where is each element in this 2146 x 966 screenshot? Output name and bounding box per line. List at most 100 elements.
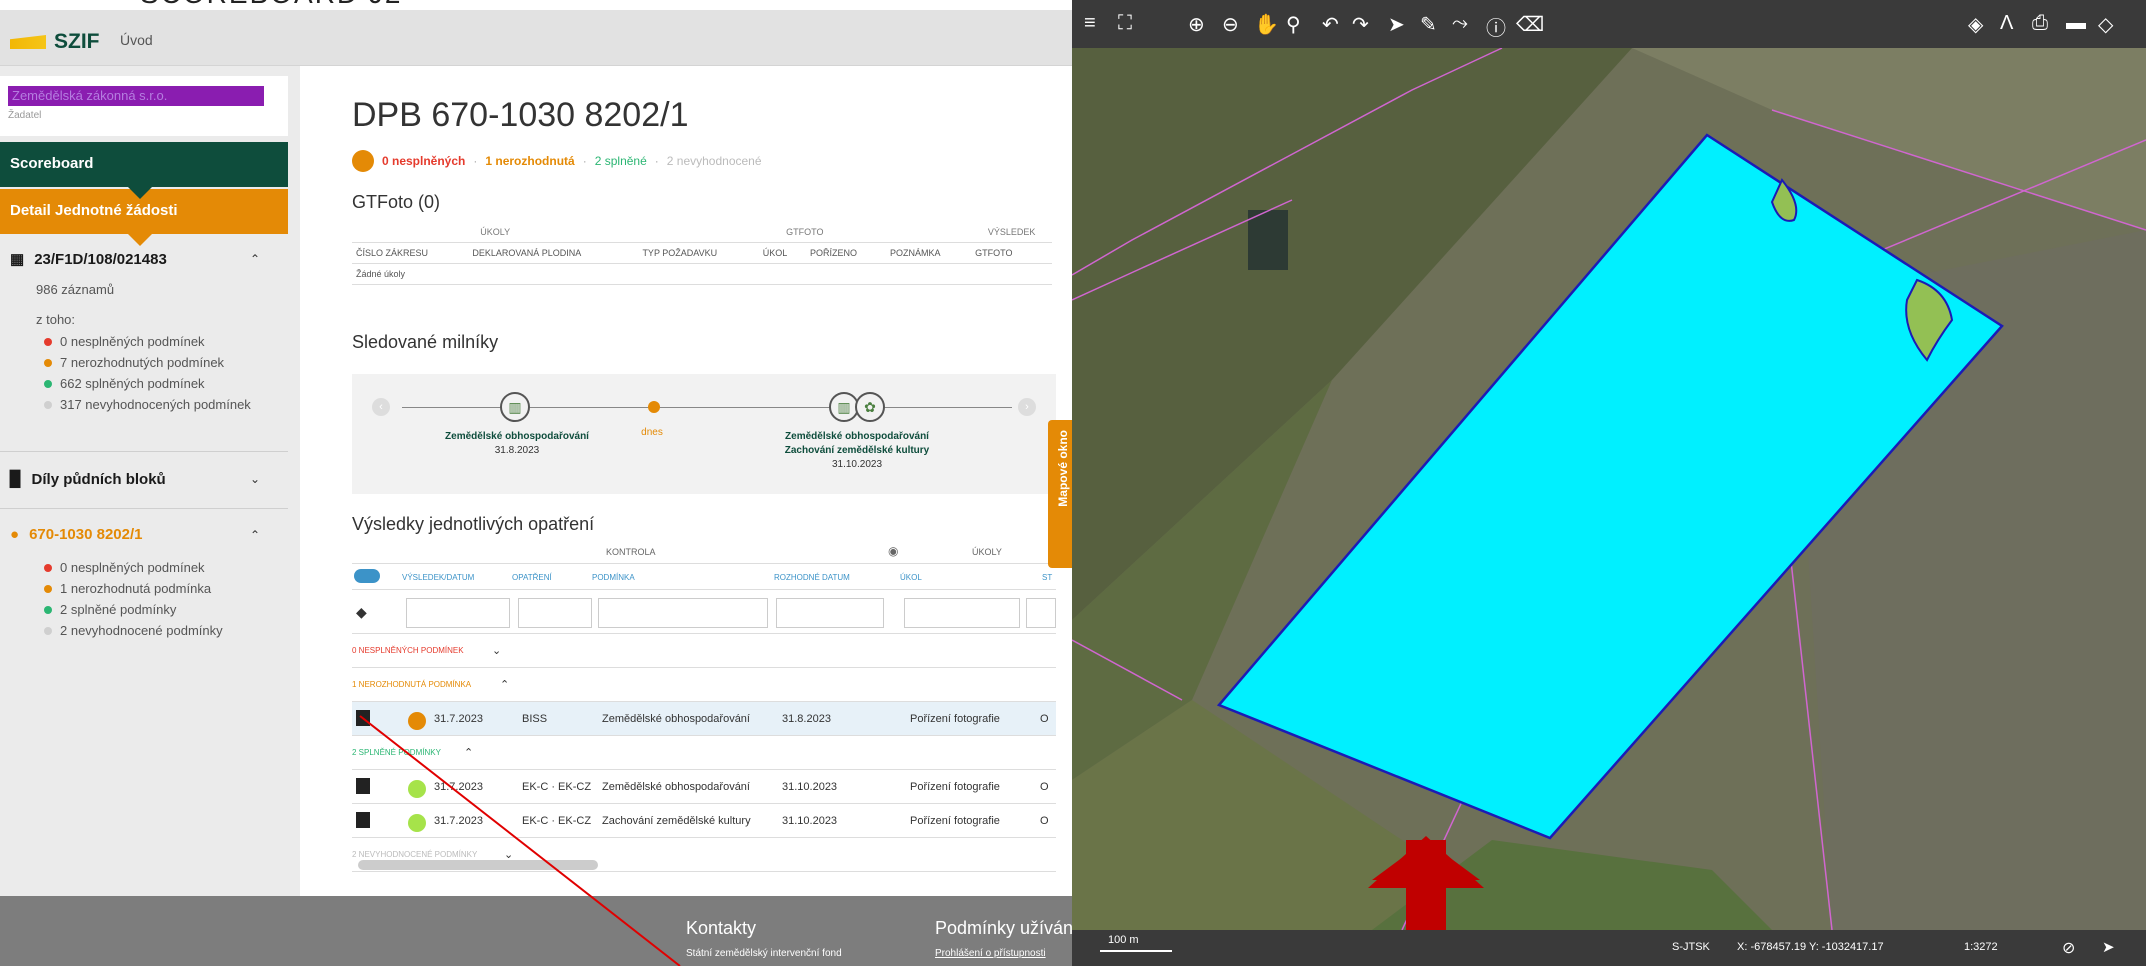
map-status-bar: 100 m S-JTSK X: -678457.19 Y: -1032417.1… — [1072, 930, 2146, 966]
horizontal-scrollbar[interactable] — [358, 860, 598, 870]
shape-icon[interactable]: ◇ — [2098, 12, 2113, 37]
layers-icon[interactable]: ◈ — [1968, 12, 1983, 37]
chevron-up-icon[interactable]: ⌃ — [500, 678, 509, 691]
milestones-title: Sledované milníky — [352, 332, 499, 352]
group-label: 2 NEVYHODNOCENÉ PODMÍNKY — [352, 850, 478, 859]
filter-input[interactable] — [904, 598, 1020, 628]
north-arrow-icon[interactable]: Λ — [2000, 12, 2013, 35]
col-header[interactable]: ROZHODNÉ DATUM — [774, 573, 850, 582]
zoom-out-icon[interactable]: ⊖ — [1222, 12, 1239, 37]
col-header[interactable]: VÝSLEDEK/DATUM — [402, 573, 474, 582]
dily-item[interactable]: ▉ Díly půdních bloků — [10, 470, 166, 489]
gt-group: VÝSLEDEK — [971, 222, 1052, 243]
gt-col: POZNÁMKA — [886, 242, 972, 264]
group-splnene[interactable]: 2 SPLNĚNÉ PODMÍNKY ⌃ — [352, 736, 1056, 770]
info-icon[interactable]: ⓘ — [1486, 12, 1506, 41]
status-splnene: 2 splněné — [594, 154, 647, 168]
eye-icon[interactable]: ◉ — [888, 544, 898, 558]
footer-podminky-link[interactable]: Prohlášení o přístupnosti — [935, 948, 1046, 959]
results-group-header: KONTROLA ◉ ÚKOLY — [352, 540, 1056, 564]
map-icon[interactable] — [356, 812, 370, 828]
milestone-2-date: 31.10.2023 — [831, 459, 883, 470]
milestone-2-title-2: Zachování zemědělské kultury — [784, 445, 930, 456]
gt-empty: Žádné úkoly — [352, 263, 1052, 285]
col-header[interactable]: PODMÍNKA — [592, 573, 635, 582]
table-row[interactable]: 31.7.2023 EK-C · EK-CZ Zemědělské obhosp… — [352, 770, 1056, 804]
aerial-map[interactable] — [1072, 0, 2146, 966]
footer-podminky: Podmínky užíván — [935, 918, 1074, 938]
milestone-2-title: Zemědělské obhospodařování — [785, 431, 929, 442]
trash-icon[interactable]: ⌫ — [1516, 12, 1544, 37]
zoom-search-icon[interactable]: ⚲ — [1286, 12, 1301, 37]
szif-logo[interactable]: SZIF — [10, 30, 100, 54]
results-columns: VÝSLEDEK/DATUM OPATŘENÍ PODMÍNKA ROZHODN… — [352, 564, 1056, 590]
chevron-up-icon[interactable]: ⌃ — [464, 746, 473, 759]
group-nerozhodnuta[interactable]: 1 NEROZHODNUTÁ PODMÍNKA ⌃ — [352, 668, 1056, 702]
dpb-item[interactable]: ● 670-1030 8202/1 — [10, 526, 143, 543]
applicant-label: Žadatel — [8, 110, 42, 121]
footer-kontakty: Kontakty — [686, 918, 757, 938]
col-header[interactable]: ST — [1042, 573, 1052, 582]
nav-uvod[interactable]: Úvod — [120, 32, 153, 48]
status-nevyhodnocene: 2 nevyhodnocené — [666, 154, 762, 168]
chevron-down-icon[interactable]: ⌄ — [250, 472, 260, 486]
crs-select[interactable]: S-JTSK — [1672, 941, 1710, 953]
no-entry-icon[interactable]: ⊘ — [2062, 938, 2075, 958]
sep: · — [582, 154, 587, 168]
filter-input[interactable] — [1026, 598, 1056, 628]
table-row[interactable]: 31.7.2023 BISS Zemědělské obhospodařován… — [352, 702, 1056, 736]
ruler-icon[interactable]: ▬ — [2066, 12, 2086, 35]
undo-icon[interactable]: ↶ — [1322, 12, 1339, 37]
logo-mark-icon — [10, 35, 46, 49]
filter-input[interactable] — [406, 598, 510, 628]
cell-ukol: Pořízení fotografie — [910, 781, 1000, 793]
status-summary: 0 nesplněných · 1 nerozhodnutá · 2 splněné… — [352, 150, 762, 172]
filter-input[interactable] — [598, 598, 768, 628]
map-window[interactable]: ≡ ⛶ ⊕ ⊖ ✋ ⚲ ↶ ↷ ➤ ✎ ⤳ ⓘ ⌫ ◈ Λ ⎙ ▬ ◇ 100 … — [1072, 0, 2146, 966]
chevron-down-icon[interactable]: ⌄ — [492, 644, 501, 657]
filter-input[interactable] — [518, 598, 592, 628]
gt-col: DEKLAROVANÁ PLODINA — [468, 242, 639, 264]
navigate-icon[interactable]: ➤ — [1388, 12, 1405, 37]
table-row[interactable]: 31.7.2023 EK-C · EK-CZ Zachování zeměděl… — [352, 804, 1056, 838]
menu-icon[interactable]: ≡ — [1084, 12, 1096, 35]
toggle-switch[interactable] — [354, 569, 380, 583]
chevron-up-icon[interactable]: ⌃ — [250, 528, 260, 542]
filter-input[interactable] — [776, 598, 884, 628]
group-nesplnene[interactable]: 0 NESPLNĚNÝCH PODMÍNEK ⌄ — [352, 634, 1056, 668]
layers-icon[interactable]: ◆ — [356, 604, 367, 621]
col-header[interactable]: OPATŘENÍ — [512, 573, 552, 582]
sep: · — [654, 154, 659, 168]
draw-line-icon[interactable]: ✎ — [1420, 12, 1437, 37]
measure-icon[interactable]: ⤳ — [1452, 12, 1468, 35]
group-label: 1 NEROZHODNUTÁ PODMÍNKA — [352, 680, 472, 689]
map-icon[interactable] — [356, 710, 370, 726]
result-dot — [408, 780, 426, 798]
status-dot-icon — [44, 605, 52, 614]
results-title: Výsledky jednotlivých opatření — [352, 514, 595, 534]
map-icon[interactable] — [356, 778, 370, 794]
chevron-up-icon[interactable]: ⌃ — [250, 252, 260, 266]
condition-count: 0 nesplněných podmínek — [44, 560, 205, 575]
plant-icon: ✿ — [855, 392, 885, 422]
col-header[interactable]: ÚKOL — [900, 573, 922, 582]
blocks-icon: ▉ — [10, 471, 22, 488]
application-item[interactable]: ▦ 23/F1D/108/021483 — [10, 250, 167, 269]
print-icon[interactable]: ⎙ — [2032, 12, 2048, 35]
ukoly-label: ÚKOLY — [972, 547, 1002, 557]
prev-arrow-icon[interactable]: ‹ — [372, 398, 390, 416]
pan-hand-icon[interactable]: ✋ — [1254, 12, 1279, 37]
cell-date: 31.7.2023 — [434, 781, 483, 793]
locate-icon[interactable]: ➤ — [2102, 938, 2115, 956]
footer-kontakty-link[interactable]: Státní zemědělský intervenční fond — [686, 948, 842, 959]
scoreboard-button[interactable]: Scoreboard — [0, 142, 288, 199]
zoom-scale-select[interactable]: 1:3272 — [1964, 941, 1998, 953]
next-arrow-icon[interactable]: › — [1018, 398, 1036, 416]
field-icon: ▥ — [500, 392, 530, 422]
fullscreen-icon[interactable]: ⛶ — [1118, 12, 1132, 35]
zoom-in-icon[interactable]: ⊕ — [1188, 12, 1205, 37]
status-dot-icon — [44, 379, 52, 388]
condition-count: 2 nevyhodnocené podmínky — [44, 623, 223, 638]
redo-icon[interactable]: ↷ — [1352, 12, 1369, 37]
condition-count: 1 nerozhodnutá podmínka — [44, 581, 211, 596]
